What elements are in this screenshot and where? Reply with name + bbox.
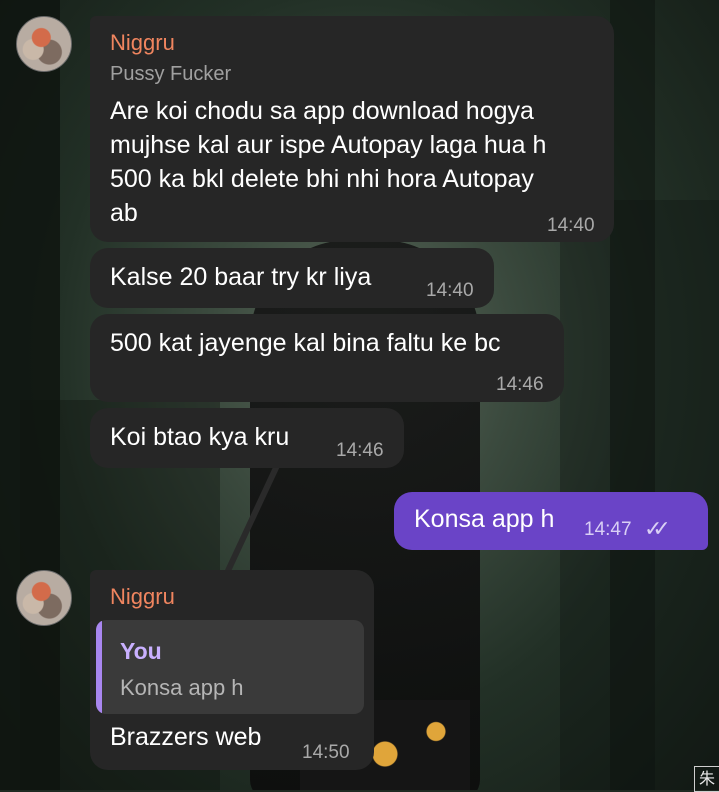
outgoing-message-bubble[interactable]: Konsa app h 14:47 ✓✓: [394, 492, 708, 550]
message-text: Konsa app h: [414, 505, 555, 533]
message-time: 14:40: [426, 280, 474, 301]
sender-name[interactable]: Niggru: [110, 584, 175, 610]
reply-quote-text: Konsa app h: [120, 675, 244, 700]
message-time: 14:47: [584, 519, 632, 540]
message-bubble[interactable]: Koi btao kya kru 14:46: [90, 408, 404, 468]
sender-subtitle: Pussy Fucker: [110, 63, 232, 85]
reply-quote-bar: [96, 620, 102, 714]
message-bubble[interactable]: 500 kat jayenge kal bina faltu ke bc 14:…: [90, 314, 564, 402]
watermark-stamp: 朱: [694, 766, 719, 792]
message-time: 14:50: [302, 742, 350, 763]
message-bubble[interactable]: Niggru Pussy Fucker Are koi chodu sa app…: [90, 16, 614, 242]
message-bubble[interactable]: Kalse 20 baar try kr liya 14:40: [90, 248, 494, 308]
reply-quote[interactable]: You Konsa app h: [96, 620, 364, 714]
message-bubble[interactable]: Niggru You Konsa app h Brazzers web 14:5…: [90, 570, 374, 770]
sender-name[interactable]: Niggru: [110, 30, 175, 56]
sender-avatar[interactable]: [16, 570, 72, 626]
message-text: Kalse 20 baar try kr liya: [110, 263, 372, 291]
sender-avatar[interactable]: [16, 16, 72, 72]
message-text: Are koi chodu sa app download hogya mujh…: [110, 97, 547, 227]
message-text: 500 kat jayenge kal bina faltu ke bc: [110, 329, 501, 357]
message-time: 14:46: [336, 440, 384, 461]
message-text: Koi btao kya kru: [110, 423, 290, 451]
message-time: 14:46: [496, 374, 544, 395]
message-time: 14:40: [547, 215, 595, 236]
double-check-icon: ✓✓: [644, 516, 671, 541]
reply-quote-name: You: [120, 638, 162, 664]
message-text: Brazzers web: [110, 723, 262, 751]
